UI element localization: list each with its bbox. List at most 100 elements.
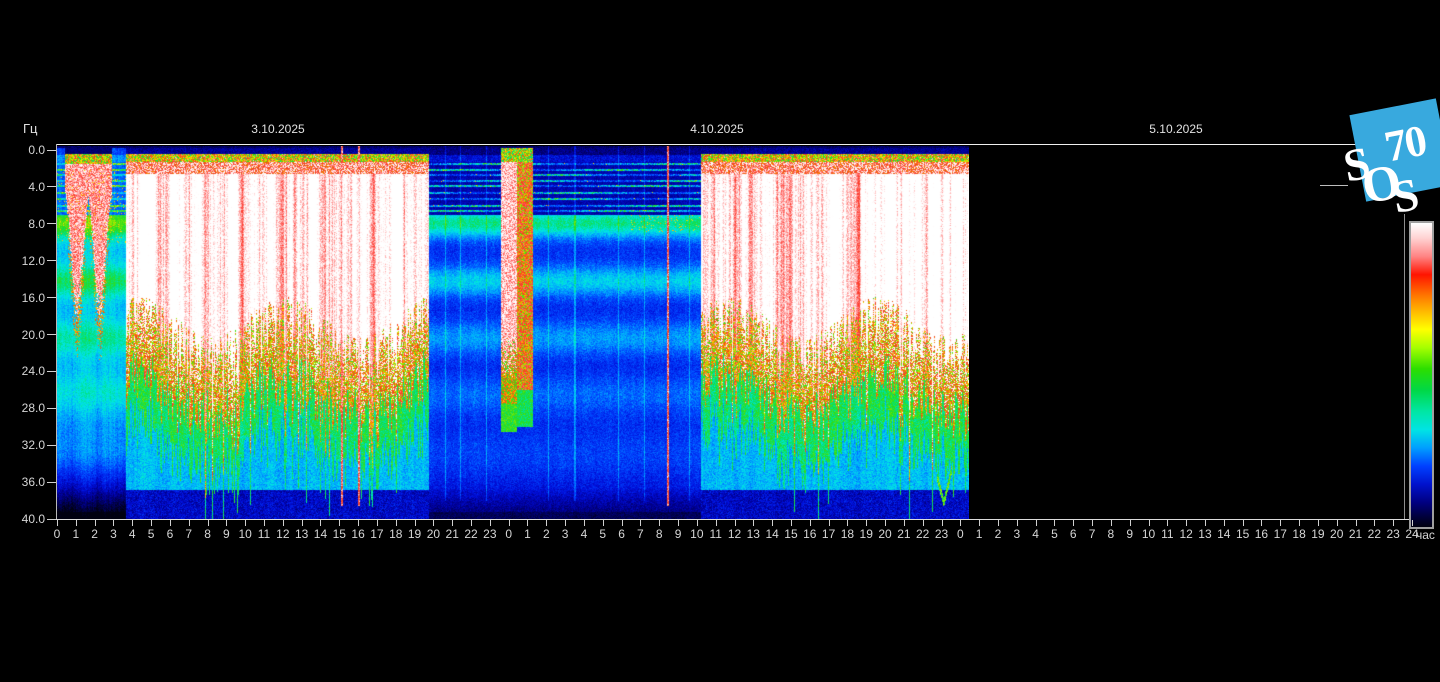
x-axis-tick: [753, 520, 754, 526]
y-axis-tick: [47, 408, 56, 409]
x-axis-tick: [1017, 520, 1018, 526]
x-axis-tick: [452, 520, 453, 526]
y-axis-tick: [47, 260, 56, 261]
x-axis-tick: [358, 520, 359, 526]
x-axis-tick: [1111, 520, 1112, 526]
y-tick-label: 32.0: [5, 439, 45, 451]
x-axis-tick: [1318, 520, 1319, 526]
y-tick-label: 0.0: [5, 144, 45, 156]
y-tick-label: 4.0: [5, 181, 45, 193]
x-axis-tick: [640, 520, 641, 526]
y-tick-label: 20.0: [5, 329, 45, 341]
x-axis-tick: [1243, 520, 1244, 526]
x-axis-tick: [320, 520, 321, 526]
x-axis-tick: [1205, 520, 1206, 526]
spectrogram-canvas: [57, 146, 969, 519]
x-axis-tick: [1261, 520, 1262, 526]
x-axis-tick: [622, 520, 623, 526]
x-axis-tick: [151, 520, 152, 526]
x-axis-tick: [132, 520, 133, 526]
x-axis-tick: [791, 520, 792, 526]
y-axis-tick: [47, 223, 56, 224]
x-axis-tick: [603, 520, 604, 526]
x-axis-tick: [1167, 520, 1168, 526]
x-axis-tick: [1092, 520, 1093, 526]
x-axis-tick: [678, 520, 679, 526]
x-axis-tick: [923, 520, 924, 526]
x-axis-tick: [1356, 520, 1357, 526]
x-axis-tick: [866, 520, 867, 526]
x-axis-tick: [57, 520, 58, 526]
x-axis-tick: [1036, 520, 1037, 526]
x-axis-tick: [659, 520, 660, 526]
x-axis-tick: [942, 520, 943, 526]
x-axis-tick: [885, 520, 886, 526]
plot-top-border: [56, 144, 1412, 145]
x-axis-tick: [415, 520, 416, 526]
colorbar-gradient: [1411, 223, 1432, 527]
x-axis-tick: [1130, 520, 1131, 526]
x-axis-tick: [113, 520, 114, 526]
y-tick-label: 24.0: [5, 365, 45, 377]
date-label: 3.10.2025: [223, 122, 333, 136]
x-axis-tick: [396, 520, 397, 526]
y-axis-tick: [47, 482, 56, 483]
x-axis-tick: [1393, 520, 1394, 526]
x-axis-tick: [1224, 520, 1225, 526]
x-axis-tick: [1337, 520, 1338, 526]
y-axis-tick: [47, 150, 56, 151]
x-axis-tick: [76, 520, 77, 526]
x-axis-tick: [1073, 520, 1074, 526]
x-axis-tick: [716, 520, 717, 526]
x-axis-tick: [810, 520, 811, 526]
colorbar-legend: [1409, 221, 1434, 529]
y-tick-label: 16.0: [5, 292, 45, 304]
x-axis-tick: [960, 520, 961, 526]
x-axis-tick: [1186, 520, 1187, 526]
x-axis-tick: [527, 520, 528, 526]
x-axis-tick: [1299, 520, 1300, 526]
logo-left-tick-line: [1320, 185, 1348, 186]
y-tick-label: 36.0: [5, 476, 45, 488]
x-axis-tick: [1280, 520, 1281, 526]
y-tick-label: 28.0: [5, 402, 45, 414]
x-axis-tick: [339, 520, 340, 526]
sos70-logo: S 70 O S: [1349, 98, 1440, 201]
y-axis-tick: [47, 371, 56, 372]
x-axis-tick: [1054, 520, 1055, 526]
x-axis-tick: [1149, 520, 1150, 526]
x-axis-tick: [189, 520, 190, 526]
x-axis-tick: [979, 520, 980, 526]
x-axis-tick: [471, 520, 472, 526]
x-axis-tick: [998, 520, 999, 526]
x-axis-tick: [433, 520, 434, 526]
x-axis-tick: [772, 520, 773, 526]
x-axis-tick: [208, 520, 209, 526]
y-axis-tick: [47, 297, 56, 298]
y-axis-tick: [47, 445, 56, 446]
x-axis-tick: [904, 520, 905, 526]
x-axis-tick: [170, 520, 171, 526]
plot-bottom-axis: [50, 519, 1412, 520]
x-tick-label: 24: [1399, 528, 1425, 540]
x-axis-tick: [283, 520, 284, 526]
y-tick-label: 8.0: [5, 218, 45, 230]
x-axis-tick: [1374, 520, 1375, 526]
x-axis-tick: [490, 520, 491, 526]
x-axis-tick: [95, 520, 96, 526]
x-axis-tick: [264, 520, 265, 526]
x-axis-tick: [1412, 520, 1413, 526]
x-axis-tick: [546, 520, 547, 526]
x-axis-tick: [584, 520, 585, 526]
y-axis-unit-label: Гц: [23, 121, 38, 136]
y-axis-tick: [47, 519, 56, 520]
x-axis-tick: [226, 520, 227, 526]
y-tick-label: 12.0: [5, 255, 45, 267]
y-axis-tick: [47, 186, 56, 187]
x-axis-tick: [302, 520, 303, 526]
y-axis-tick: [47, 334, 56, 335]
x-axis-tick: [847, 520, 848, 526]
date-label: 4.10.2025: [662, 122, 772, 136]
x-axis-tick: [377, 520, 378, 526]
logo-letter-s-bottom: S: [1389, 173, 1422, 219]
